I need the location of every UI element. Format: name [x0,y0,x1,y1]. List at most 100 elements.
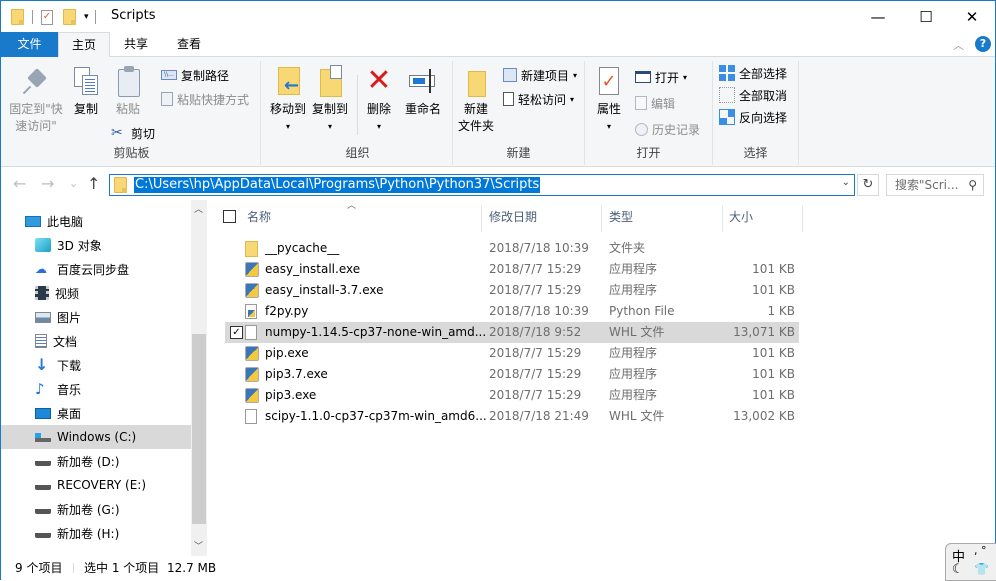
column-separator[interactable] [481,206,482,232]
column-header-size[interactable]: 大小 [729,208,753,226]
clipboard-group-label: 剪贴板 [113,146,150,160]
edit-button[interactable]: 编辑 [635,93,675,113]
new-item-button[interactable]: 新建项目 ▾ [503,65,577,85]
file-name[interactable]: pip3.7.exe [265,364,328,385]
file-row[interactable]: pip.exe 2018/7/7 15:29 应用程序 101 KB [225,343,799,364]
file-row[interactable]: __pycache__ 2018/7/18 10:39 文件夹 [225,238,799,259]
copy-to-button[interactable]: 复制到 ▾ [309,65,351,135]
ime-punctuation[interactable]: , ° [974,544,987,557]
file-name[interactable]: __pycache__ [265,238,339,259]
file-row[interactable]: easy_install-3.7.exe 2018/7/7 15:29 应用程序 10… [225,280,799,301]
customize-toolbar-icon[interactable]: ▾ [84,12,89,22]
sidebar-item-music[interactable]: ♪ 音乐 [1,377,191,401]
forward-button[interactable]: → [41,174,54,193]
sidebar-item-this-pc[interactable]: 此电脑 [1,209,191,233]
scroll-up-arrow[interactable]: ︿ [194,202,203,215]
sidebar-scrollbar[interactable]: ︿ ﹀ [191,200,207,556]
copy-path-button[interactable]: \\... 复制路径 [161,65,229,85]
sidebar-item-recovery-e[interactable]: RECOVERY (E:) [1,473,191,497]
moon-icon[interactable]: ☾ [952,562,964,577]
tab-share[interactable]: 共享 [112,32,160,57]
search-input[interactable]: 搜索"Scri... ⚲ [886,174,984,196]
select-all-button[interactable]: 全部选择 [719,63,787,83]
paste-shortcut-button[interactable]: 粘贴快捷方式 [161,89,249,109]
file-name[interactable]: f2py.py [265,301,308,322]
file-name[interactable]: scipy-1.1.0-cp37-cp37m-win_amd6... [265,406,487,427]
open-button[interactable]: 打开 ▾ [635,67,687,87]
address-bar[interactable]: C:\Users\hp\AppData\Local\Programs\Pytho… [109,174,855,196]
sidebar-item-windows-c[interactable]: Windows (C:) [1,425,191,449]
file-name[interactable]: numpy-1.14.5-cp37-none-win_amd... [265,322,486,343]
file-row[interactable]: pip3.7.exe 2018/7/7 15:29 应用程序 101 KB [225,364,799,385]
refresh-button[interactable]: ↻ [857,174,879,196]
sidebar-item-desktop[interactable]: 桌面 [1,401,191,425]
pin-quick-access-button[interactable]: 固定到"快 速访问" [7,65,65,135]
select-none-button[interactable]: 全部取消 [719,85,787,105]
paste-button[interactable]: 粘贴 [107,65,149,118]
file-row[interactable]: ✓ numpy-1.14.5-cp37-none-win_amd... 2018/7… [225,322,799,343]
row-checkbox[interactable]: ✓ [230,326,243,339]
sidebar-item-3d-objects[interactable]: 3D 对象 [1,233,191,257]
invert-selection-button[interactable]: 反向选择 [719,107,787,127]
file-name[interactable]: pip.exe [265,343,309,364]
cut-button[interactable]: ✂ 剪切 [111,123,155,143]
copy-button[interactable]: 复制 [67,65,105,118]
move-to-button[interactable]: ← 移动到 ▾ [267,65,309,135]
delete-button[interactable]: ✕ 删除 ▾ [361,65,397,135]
sidebar-item-documents[interactable]: 文档 [1,329,191,353]
column-header-type[interactable]: 类型 [609,208,633,226]
column-header-name[interactable]: 名称 [247,208,271,226]
skin-shirt-icon[interactable]: 👕 [974,562,989,576]
properties-quick-icon[interactable]: ✓ [41,9,53,25]
item-count: 9 个项目 [15,561,63,575]
column-separator[interactable] [722,206,723,232]
paste-icon [112,65,144,99]
file-name[interactable]: easy_install.exe [265,259,360,280]
file-name[interactable]: pip3.exe [265,385,316,406]
tab-home[interactable]: 主页 [58,32,110,58]
close-button[interactable]: ✕ [949,1,995,32]
file-row[interactable]: scipy-1.1.0-cp37-cp37m-win_amd6... 2018/7… [225,406,799,427]
address-dropdown-icon[interactable]: ⌄ [842,177,850,188]
address-text[interactable]: C:\Users\hp\AppData\Local\Programs\Pytho… [134,177,541,193]
file-name[interactable]: easy_install-3.7.exe [265,280,384,301]
file-type: 应用程序 [609,367,658,381]
minimize-button[interactable]: — [855,1,901,32]
sidebar-item-pictures[interactable]: 图片 [1,305,191,329]
new-folder-button[interactable]: 新建 文件夹 [455,65,497,135]
file-type: WHL 文件 [609,325,665,339]
sidebar-item-drive-h[interactable]: 新加卷 (H:) [1,521,191,545]
recent-locations-button[interactable]: ⌄ [69,177,78,190]
sidebar-item-videos[interactable]: 视频 [1,281,191,305]
tab-file[interactable]: 文件 [1,32,58,57]
select-all-icon [719,65,735,81]
navigation-bar: ← → ⌄ ↑ C:\Users\hp\AppData\Local\Progra… [1,168,995,200]
column-separator[interactable] [601,206,602,232]
column-separator[interactable] [802,206,803,232]
rename-button[interactable]: 重命名 [399,65,447,118]
history-button[interactable]: 历史记录 [635,119,700,139]
new-folder-quick-icon[interactable] [63,9,76,25]
properties-button[interactable]: ✓ 属性 ▾ [591,65,627,135]
scrollbar-thumb[interactable] [192,334,206,524]
scroll-down-arrow[interactable]: ﹀ [194,539,203,552]
back-button[interactable]: ← [13,174,26,193]
paste-shortcut-icon [161,92,173,106]
easy-access-button[interactable]: 轻松访问 ▾ [503,89,574,109]
sidebar-item-drive-d[interactable]: 新加卷 (D:) [1,449,191,473]
file-row[interactable]: easy_install.exe 2018/7/7 15:29 应用程序 101 KB [225,259,799,280]
help-icon[interactable]: ? [975,36,991,52]
select-all-checkbox[interactable] [223,210,236,223]
copy-to-icon [314,65,346,99]
sidebar-item-downloads[interactable]: ↓ 下载 [1,353,191,377]
up-button[interactable]: ↑ [87,174,100,193]
column-header-date[interactable]: 修改日期 [489,208,537,226]
collapse-ribbon-icon[interactable]: ︿ [953,37,964,53]
sidebar-item-drive-g[interactable]: 新加卷 (G:) [1,497,191,521]
maximize-button[interactable]: ☐ [903,1,949,32]
sidebar-item-baidu-cloud[interactable]: ☁ 百度云同步盘 [1,257,191,281]
ime-indicator[interactable]: 中 , ° ☾ 👕 [945,543,996,581]
file-row[interactable]: f2py.py 2018/7/18 10:39 Python File 1 KB [225,301,799,322]
tab-view[interactable]: 查看 [165,32,213,57]
file-row[interactable]: pip3.exe 2018/7/7 15:29 应用程序 101 KB [225,385,799,406]
